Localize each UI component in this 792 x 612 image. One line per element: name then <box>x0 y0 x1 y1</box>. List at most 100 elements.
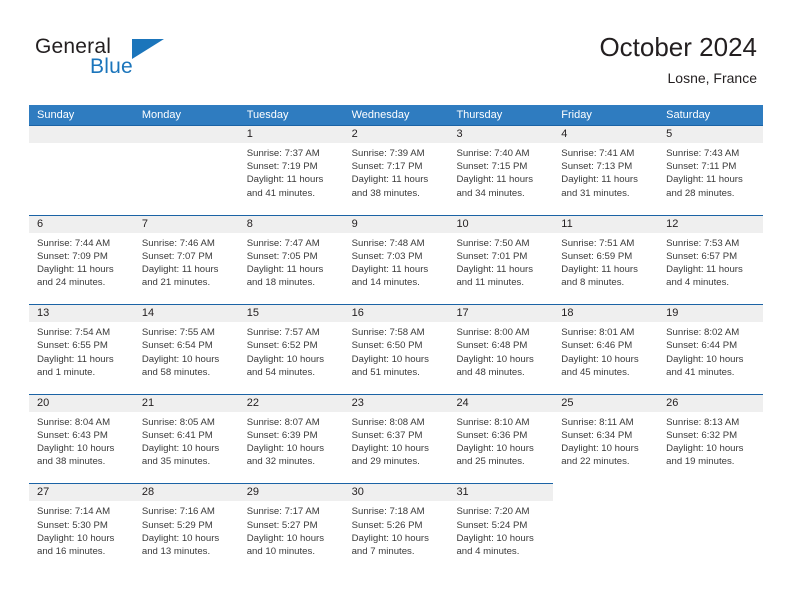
daylight-duration-line2: and 29 minutes. <box>351 456 420 468</box>
day-number: 10 <box>456 217 469 230</box>
sunrise-time: Sunrise: 7:44 AM <box>37 237 111 249</box>
day-cell-empty <box>29 125 134 215</box>
logo-text-general: General <box>35 35 112 58</box>
day-sun-info: Sunrise: 7:47 AM Sunset: 7:05 PM Daylight:… <box>247 237 340 290</box>
day-cell[interactable]: 6 Sunrise: 7:44 AM Sunset: 7:09 PM Daylight… <box>29 214 134 305</box>
sunset-time: Sunset: 7:15 PM <box>456 161 528 173</box>
day-cell[interactable]: 22 Sunrise: 8:07 AM Sunset: 6:39 PM Dayligh… <box>238 393 344 484</box>
day-cell[interactable]: 3 Sunrise: 7:40 AM Sunset: 7:15 PM Daylight… <box>448 125 554 215</box>
sunset-time: Sunset: 5:26 PM <box>351 519 423 531</box>
daylight-duration-line1: Daylight: 11 hours <box>666 174 743 186</box>
day-number-strip <box>238 215 344 233</box>
day-cell[interactable]: 1 Sunrise: 7:37 AM Sunset: 7:19 PM Daylight… <box>238 125 344 215</box>
daylight-duration-line2: and 38 minutes. <box>37 456 106 468</box>
sunset-time: Sunset: 6:44 PM <box>666 340 738 352</box>
daylight-duration-line2: and 35 minutes. <box>141 456 211 468</box>
sunset-time: Sunset: 7:05 PM <box>246 250 318 262</box>
daylight-duration-line1: Daylight: 10 hours <box>141 443 220 455</box>
day-cell[interactable]: 27 Sunrise: 7:14 AM Sunset: 5:30 PM Dayligh… <box>29 483 134 573</box>
day-cell-empty <box>133 125 239 215</box>
day-cell[interactable]: 29 Sunrise: 7:17 AM Sunset: 5:27 PM Dayligh… <box>238 483 344 573</box>
day-cell[interactable]: 23 Sunrise: 8:08 AM Sunset: 6:37 PM Dayligh… <box>343 393 449 484</box>
sunset-time: Sunset: 6:46 PM <box>561 340 633 352</box>
day-cell[interactable]: 8 Sunrise: 7:47 AM Sunset: 7:05 PM Daylight… <box>238 214 344 305</box>
day-cell[interactable]: 20 Sunrise: 8:04 AM Sunset: 6:43 PM Dayligh… <box>29 393 134 484</box>
day-cell[interactable]: 4 Sunrise: 7:41 AM Sunset: 7:13 PM Daylight… <box>553 125 659 215</box>
sunset-time: Sunset: 6:34 PM <box>561 429 633 441</box>
day-number: 19 <box>666 307 679 320</box>
day-number: 30 <box>351 486 364 499</box>
day-cell[interactable]: 26 Sunrise: 8:13 AM Sunset: 6:32 PM Dayligh… <box>658 393 764 484</box>
general-blue-logo[interactable]: General Blue <box>35 36 215 84</box>
day-cell[interactable]: 5 Sunrise: 7:43 AM Sunset: 7:11 PM Daylight… <box>658 125 764 215</box>
sunrise-time: Sunrise: 8:08 AM <box>351 416 425 428</box>
day-cell[interactable]: 17 Sunrise: 8:00 AM Sunset: 6:48 PM Dayligh… <box>448 304 554 394</box>
day-number: 4 <box>561 128 568 140</box>
location-label: Losne, France <box>667 70 758 86</box>
day-cell[interactable]: 18 Sunrise: 8:01 AM Sunset: 6:46 PM Dayligh… <box>553 304 659 394</box>
daylight-duration-line1: Daylight: 10 hours <box>456 353 534 365</box>
calendar-weeks: 1 Sunrise: 7:37 AM Sunset: 7:19 PM Daylight… <box>29 125 764 573</box>
day-sun-info: Sunrise: 8:00 AM Sunset: 6:48 PM Daylight:… <box>456 326 549 379</box>
sunset-time: Sunset: 7:19 PM <box>246 161 318 173</box>
daylight-duration-line2: and 7 minutes. <box>351 545 415 557</box>
day-sun-info: Sunrise: 7:54 AM Sunset: 6:55 PM Daylight:… <box>37 326 130 379</box>
day-cell[interactable]: 14 Sunrise: 7:55 AM Sunset: 6:54 PM Dayligh… <box>133 304 239 394</box>
day-cell[interactable]: 25 Sunrise: 8:11 AM Sunset: 6:34 PM Dayligh… <box>553 393 659 484</box>
day-sun-info: Sunrise: 7:20 AM Sunset: 5:24 PM Daylight:… <box>456 505 549 558</box>
day-cell[interactable]: 28 Sunrise: 7:16 AM Sunset: 5:29 PM Dayligh… <box>133 483 239 573</box>
day-cell[interactable]: 24 Sunrise: 8:10 AM Sunset: 6:36 PM Dayligh… <box>448 393 554 484</box>
daylight-duration-line2: and 4 minutes. <box>456 545 520 557</box>
day-cell[interactable]: 16 Sunrise: 7:58 AM Sunset: 6:50 PM Dayligh… <box>343 304 449 394</box>
day-cell[interactable]: 13 Sunrise: 7:54 AM Sunset: 6:55 PM Dayligh… <box>29 304 134 394</box>
day-cell[interactable]: 12 Sunrise: 7:53 AM Sunset: 6:57 PM Dayligh… <box>658 214 764 305</box>
daylight-duration-line2: and 41 minutes. <box>246 187 315 199</box>
daylight-duration-line2: and 25 minutes. <box>456 456 525 468</box>
day-cell[interactable]: 19 Sunrise: 8:02 AM Sunset: 6:44 PM Dayligh… <box>658 304 764 394</box>
day-sun-info: Sunrise: 7:48 AM Sunset: 7:03 PM Daylight:… <box>352 237 445 290</box>
daylight-duration-line2: and 58 minutes. <box>141 366 211 378</box>
day-number-strip <box>133 126 239 143</box>
day-number: 16 <box>351 307 364 320</box>
sunset-time: Sunset: 6:52 PM <box>246 340 318 352</box>
day-cell[interactable]: 15 Sunrise: 7:57 AM Sunset: 6:52 PM Dayligh… <box>238 304 344 394</box>
day-number: 23 <box>351 396 364 409</box>
sunrise-time: Sunrise: 8:07 AM <box>246 416 320 428</box>
day-cell[interactable]: 11 Sunrise: 7:51 AM Sunset: 6:59 PM Dayligh… <box>553 214 659 305</box>
day-number: 1 <box>246 128 253 140</box>
calendar-week-row: 20 Sunrise: 8:04 AM Sunset: 6:43 PM Dayligh… <box>29 393 764 484</box>
sunrise-time: Sunrise: 8:01 AM <box>561 327 635 339</box>
daylight-duration-line2: and 22 minutes. <box>561 456 630 468</box>
day-number: 21 <box>141 396 155 409</box>
day-number-strip <box>448 126 554 143</box>
daylight-duration-line1: Daylight: 10 hours <box>351 443 429 455</box>
day-cell[interactable]: 30 Sunrise: 7:18 AM Sunset: 5:26 PM Dayligh… <box>343 483 449 573</box>
calendar-week-row: 1 Sunrise: 7:37 AM Sunset: 7:19 PM Daylight… <box>29 125 764 215</box>
daylight-duration-line2: and 31 minutes. <box>561 187 630 199</box>
sunset-time: Sunset: 7:07 PM <box>141 250 213 262</box>
calendar-week-row: 6 Sunrise: 7:44 AM Sunset: 7:09 PM Daylight… <box>29 214 764 305</box>
day-cell[interactable]: 21 Sunrise: 8:05 AM Sunset: 6:41 PM Dayligh… <box>133 393 239 484</box>
daylight-duration-line2: and 21 minutes. <box>141 277 211 289</box>
day-cell[interactable]: 31 Sunrise: 7:20 AM Sunset: 5:24 PM Dayligh… <box>448 483 554 573</box>
day-number-strip <box>29 215 134 233</box>
day-sun-info: Sunrise: 8:08 AM Sunset: 6:37 PM Daylight:… <box>352 416 445 469</box>
day-number: 13 <box>37 307 50 320</box>
sunset-time: Sunset: 6:43 PM <box>37 429 108 441</box>
daylight-duration-line1: Daylight: 10 hours <box>246 532 325 544</box>
daylight-duration-line1: Daylight: 10 hours <box>246 353 325 365</box>
day-sun-info: Sunrise: 7:55 AM Sunset: 6:54 PM Daylight:… <box>142 326 235 379</box>
day-sun-info: Sunrise: 7:17 AM Sunset: 5:27 PM Daylight:… <box>247 505 340 558</box>
day-number: 29 <box>246 486 259 499</box>
day-cell[interactable]: 7 Sunrise: 7:46 AM Sunset: 7:07 PM Daylight… <box>133 214 239 305</box>
day-cell[interactable]: 9 Sunrise: 7:48 AM Sunset: 7:03 PM Daylight… <box>343 214 449 305</box>
day-number: 14 <box>141 307 155 320</box>
daylight-duration-line1: Daylight: 11 hours <box>246 264 324 275</box>
sunset-time: Sunset: 6:41 PM <box>141 429 213 441</box>
sunset-time: Sunset: 6:54 PM <box>141 340 213 352</box>
day-cell[interactable]: 2 Sunrise: 7:39 AM Sunset: 7:17 PM Daylight… <box>343 125 449 215</box>
sunrise-time: Sunrise: 7:37 AM <box>246 148 320 159</box>
sunrise-time: Sunrise: 7:16 AM <box>141 506 215 518</box>
day-cell[interactable]: 10 Sunrise: 7:50 AM Sunset: 7:01 PM Dayligh… <box>448 214 554 305</box>
sunrise-time: Sunrise: 8:10 AM <box>456 416 530 428</box>
